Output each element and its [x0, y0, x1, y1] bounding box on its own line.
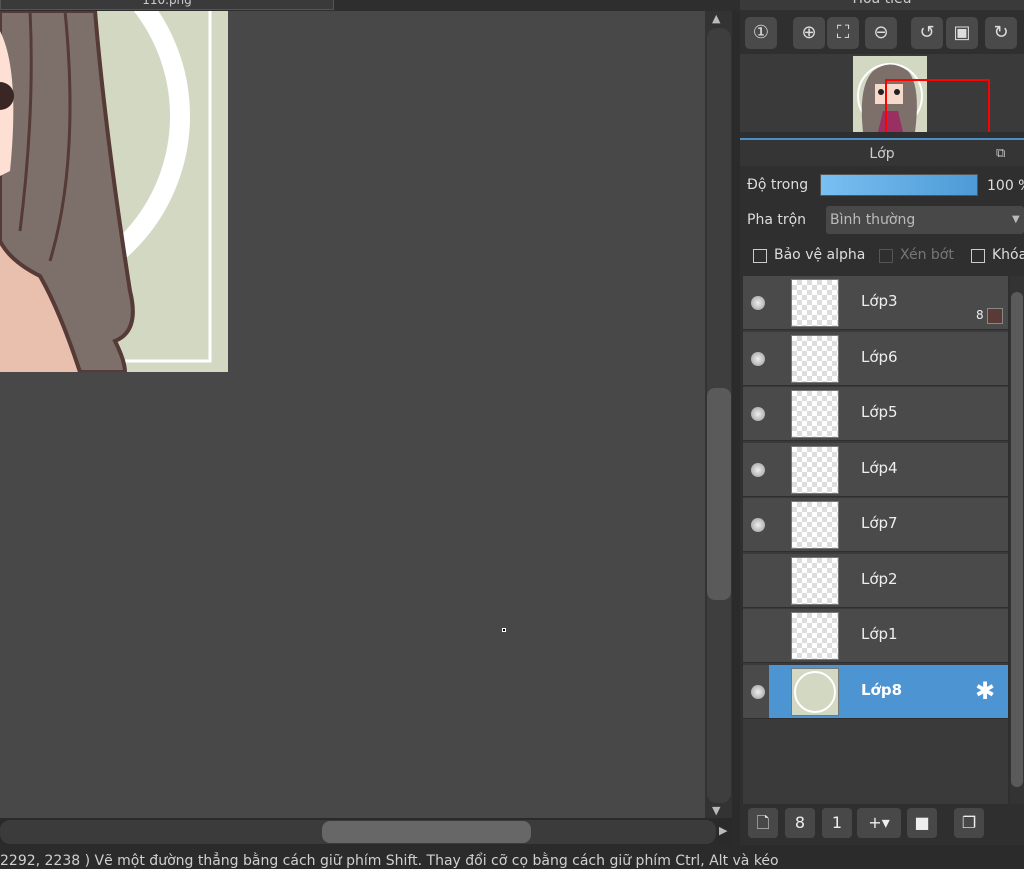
new-8bit-layer-icon: 8	[794, 813, 806, 832]
visibility-icon[interactable]	[751, 351, 765, 366]
rotate-right-button[interactable]: ↻	[985, 17, 1017, 49]
opacity-label: Độ trong	[747, 177, 809, 193]
protect-alpha-label: Bảo vệ alpha	[774, 247, 866, 263]
layer-thumbnail	[791, 445, 839, 494]
layer-thumbnail	[791, 390, 839, 438]
layer-row[interactable]: Lớp8 ✱	[743, 664, 1008, 719]
layer-thumbnail	[791, 667, 839, 716]
duplicate-layer-icon: ❐	[961, 813, 977, 832]
layer-list-scroll-thumb[interactable]	[1011, 292, 1023, 787]
chevron-down-icon: ▼	[1012, 214, 1020, 225]
scroll-right-arrow[interactable]: ▶	[719, 824, 727, 837]
zoom-actual-size-icon: ①	[752, 22, 770, 43]
folder-button[interactable]: ■	[907, 808, 937, 838]
reset-view-icon: ▣	[953, 22, 971, 43]
rotate-left-icon: ↺	[919, 22, 935, 43]
add-layer-menu-icon: +▾	[868, 813, 890, 832]
layer-name: Lớp7	[861, 514, 898, 532]
navigator-toolbar: ① ⊕ ⛶ ⊖ ↺ ▣ ↻	[740, 10, 1024, 54]
clipping-checkbox[interactable]	[879, 249, 893, 263]
status-bar: 2292, 2238 ) Vẽ một đường thẳng bằng các…	[0, 845, 1024, 869]
zoom-in-icon: ⊕	[801, 22, 817, 43]
add-layer-menu-button[interactable]: +▾	[857, 808, 901, 838]
layers-title: Lớp	[869, 146, 895, 162]
layer-name: Lớp4	[861, 458, 898, 477]
visibility-icon[interactable]	[751, 462, 765, 477]
new-layer-icon: 🗋	[756, 813, 770, 832]
new-layer-button[interactable]: 🗋	[748, 808, 778, 838]
lock-label: Khóa	[992, 247, 1024, 263]
fit-screen-icon: ⛶	[836, 22, 850, 43]
scroll-down-arrow[interactable]: ▼	[712, 804, 720, 817]
vertical-scroll-thumb[interactable]	[707, 388, 731, 600]
layer-name: Lớp1	[861, 625, 898, 643]
protect-alpha-checkbox[interactable]	[753, 249, 767, 263]
layer-row[interactable]: Lớp6	[743, 331, 1008, 386]
rotate-right-icon: ↻	[993, 22, 1009, 43]
layer-thumbnail	[791, 279, 839, 327]
blend-mode-value: Bình thường	[830, 212, 916, 228]
layer-color-swatch[interactable]	[987, 308, 1003, 324]
visibility-icon[interactable]	[751, 407, 765, 421]
layer-row[interactable]: Lớp7	[743, 498, 1008, 552]
layer-row[interactable]: Lớp3 8	[743, 276, 1008, 330]
layer-row[interactable]: Lớp1	[743, 609, 1008, 663]
layer-row[interactable]: Lớp4	[743, 442, 1008, 497]
opacity-slider[interactable]	[820, 174, 978, 196]
duplicate-layer-button[interactable]: ❐	[954, 808, 984, 838]
layer-name: Lớp8	[861, 680, 903, 699]
fit-screen-button[interactable]: ⛶	[827, 17, 859, 49]
layer-thumbnail	[791, 334, 839, 383]
lock-checkbox[interactable]	[971, 249, 985, 263]
navigator-preview[interactable]	[740, 54, 1024, 132]
new-1bit-layer-button[interactable]: 1	[822, 808, 852, 838]
viewport-indicator[interactable]	[885, 79, 990, 132]
visibility-icon[interactable]	[751, 518, 765, 532]
undock-icon[interactable]: ⧉	[996, 140, 1005, 168]
zoom-in-button[interactable]: ⊕	[793, 17, 825, 49]
clipping-label: Xén bớt	[900, 247, 954, 263]
layer-thumbnail	[791, 612, 839, 660]
visibility-icon[interactable]	[751, 684, 765, 699]
new-8bit-layer-button[interactable]: 8	[785, 808, 815, 838]
layer-thumbnail	[791, 501, 839, 549]
new-1bit-layer-icon: 1	[831, 813, 843, 832]
brush-cursor	[502, 628, 506, 632]
horizontal-scroll-thumb[interactable]	[322, 821, 531, 843]
rotate-left-button[interactable]: ↺	[911, 17, 943, 49]
document-tab[interactable]: 110.png	[0, 0, 334, 10]
opacity-value: 100 %	[987, 178, 1024, 194]
blend-mode-select[interactable]: Bình thường ▼	[826, 206, 1024, 234]
blend-label: Pha trộn	[747, 212, 807, 228]
layer-bit-depth-badge: 8	[976, 308, 984, 322]
zoom-out-icon: ⊖	[873, 22, 889, 43]
gear-icon[interactable]: ✱	[975, 677, 995, 705]
layer-name: Lớp6	[861, 347, 898, 366]
layer-thumbnail	[791, 556, 839, 605]
folder-icon: ■	[914, 813, 930, 832]
canvas-artwork[interactable]	[0, 11, 228, 372]
zoom-out-button[interactable]: ⊖	[865, 17, 897, 49]
layer-row[interactable]: Lớp2	[743, 553, 1008, 608]
layer-name: Lớp3	[861, 292, 898, 310]
scroll-up-arrow[interactable]: ▲	[712, 12, 720, 25]
navigator-title: Hoa tiêu	[740, 0, 1024, 10]
layer-name: Lớp2	[861, 569, 898, 588]
layer-list: Lớp3 8 Lớp6 Lớp5 Lớp4 Lớp7 Lớp2 Lớp1 Lớp8 ✱	[743, 276, 1008, 804]
reset-view-button[interactable]: ▣	[946, 17, 978, 49]
layer-row[interactable]: Lớp5	[743, 387, 1008, 441]
layer-name: Lớp5	[861, 403, 898, 421]
visibility-icon[interactable]	[751, 296, 765, 310]
layers-panel-header: Lớp ⧉	[740, 138, 1024, 166]
zoom-actual-size-button[interactable]: ①	[745, 17, 777, 49]
